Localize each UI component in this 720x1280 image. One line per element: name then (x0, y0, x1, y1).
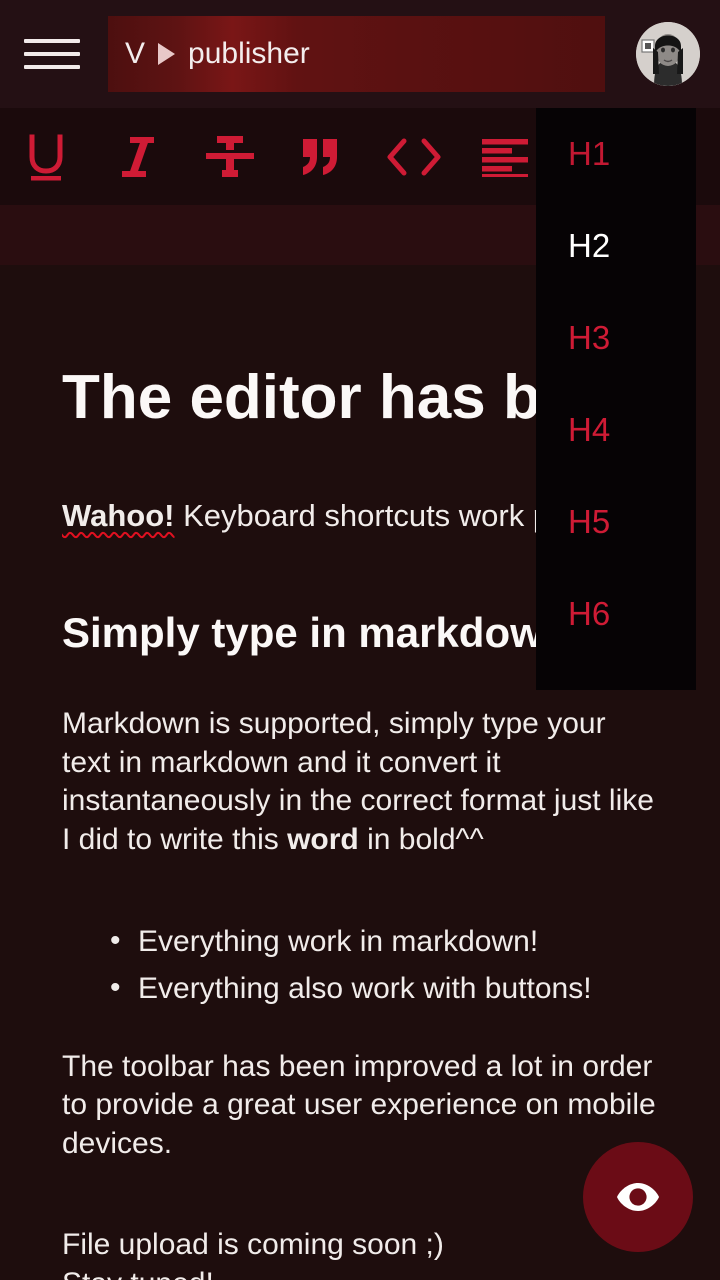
breadcrumb[interactable]: V publisher (108, 16, 605, 92)
align-left-icon (482, 138, 528, 177)
menu-item-label: H5 (568, 503, 611, 540)
file-upload-line: File upload is coming soon ;) (62, 1227, 444, 1261)
bullet-list[interactable]: Everything work in markdown! Everything … (62, 921, 658, 1008)
menu-item-h2[interactable]: H2 (536, 200, 696, 292)
breadcrumb-inner: V publisher (125, 37, 310, 71)
menu-item-h4[interactable]: H4 (536, 384, 696, 476)
preview-fab-button[interactable] (583, 1142, 693, 1252)
breadcrumb-root[interactable]: V (125, 37, 145, 71)
menu-item-h1[interactable]: H1 (536, 108, 696, 200)
paragraph-toolbar-note[interactable]: The toolbar has been improved a lot in o… (62, 1048, 658, 1164)
stay-tuned-line: Stay tuned! (62, 1267, 214, 1280)
lead-rest: Keyboard shortcuts work per (174, 498, 578, 534)
list-item[interactable]: Everything also work with buttons! (110, 968, 658, 1008)
avatar-image (636, 22, 700, 86)
underline-button[interactable] (0, 111, 92, 203)
italic-icon (122, 136, 154, 177)
paragraph-markdown[interactable]: Markdown is supported, simply type your … (62, 705, 658, 860)
list-item[interactable]: Everything work in markdown! (110, 921, 658, 961)
text-format-icon (206, 135, 254, 177)
menu-item-label: H3 (568, 319, 611, 356)
paragraph-file-upload[interactable]: File upload is coming soon ;) Stay tuned… (62, 1226, 658, 1280)
bold-word: word (287, 823, 359, 857)
hamburger-menu-icon[interactable] (24, 26, 86, 82)
hamburger-bar (24, 39, 80, 43)
misspelled-word[interactable]: Wahoo! (62, 498, 174, 533)
paragraph-part2: in bold^^ (358, 823, 484, 857)
heading-dropdown-menu[interactable]: H1 H2 H3 H4 H5 H6 (536, 108, 696, 690)
menu-item-label: H1 (568, 135, 611, 172)
blockquote-button[interactable] (276, 111, 368, 203)
editor-app: V publisher The editor has be Wahoo! Key… (0, 0, 720, 1280)
menu-item-h6[interactable]: H6 (536, 568, 696, 660)
italic-button[interactable] (92, 111, 184, 203)
text-format-button[interactable] (184, 111, 276, 203)
caret-right-icon (158, 43, 176, 65)
hamburger-bar (24, 52, 80, 56)
avatar[interactable] (636, 22, 700, 86)
eye-preview-icon (617, 1183, 659, 1211)
menu-item-label: H6 (568, 595, 611, 632)
code-button[interactable] (368, 111, 460, 203)
breadcrumb-current[interactable]: publisher (188, 37, 310, 71)
menu-item-h5[interactable]: H5 (536, 476, 696, 568)
quote-icon (303, 138, 337, 175)
menu-item-label: H2 (568, 227, 611, 264)
menu-item-label: H4 (568, 411, 611, 448)
underline-icon (29, 134, 63, 180)
hamburger-bar (24, 65, 80, 69)
code-icon (387, 138, 441, 175)
app-header: V publisher (0, 0, 720, 108)
menu-item-h3[interactable]: H3 (536, 292, 696, 384)
